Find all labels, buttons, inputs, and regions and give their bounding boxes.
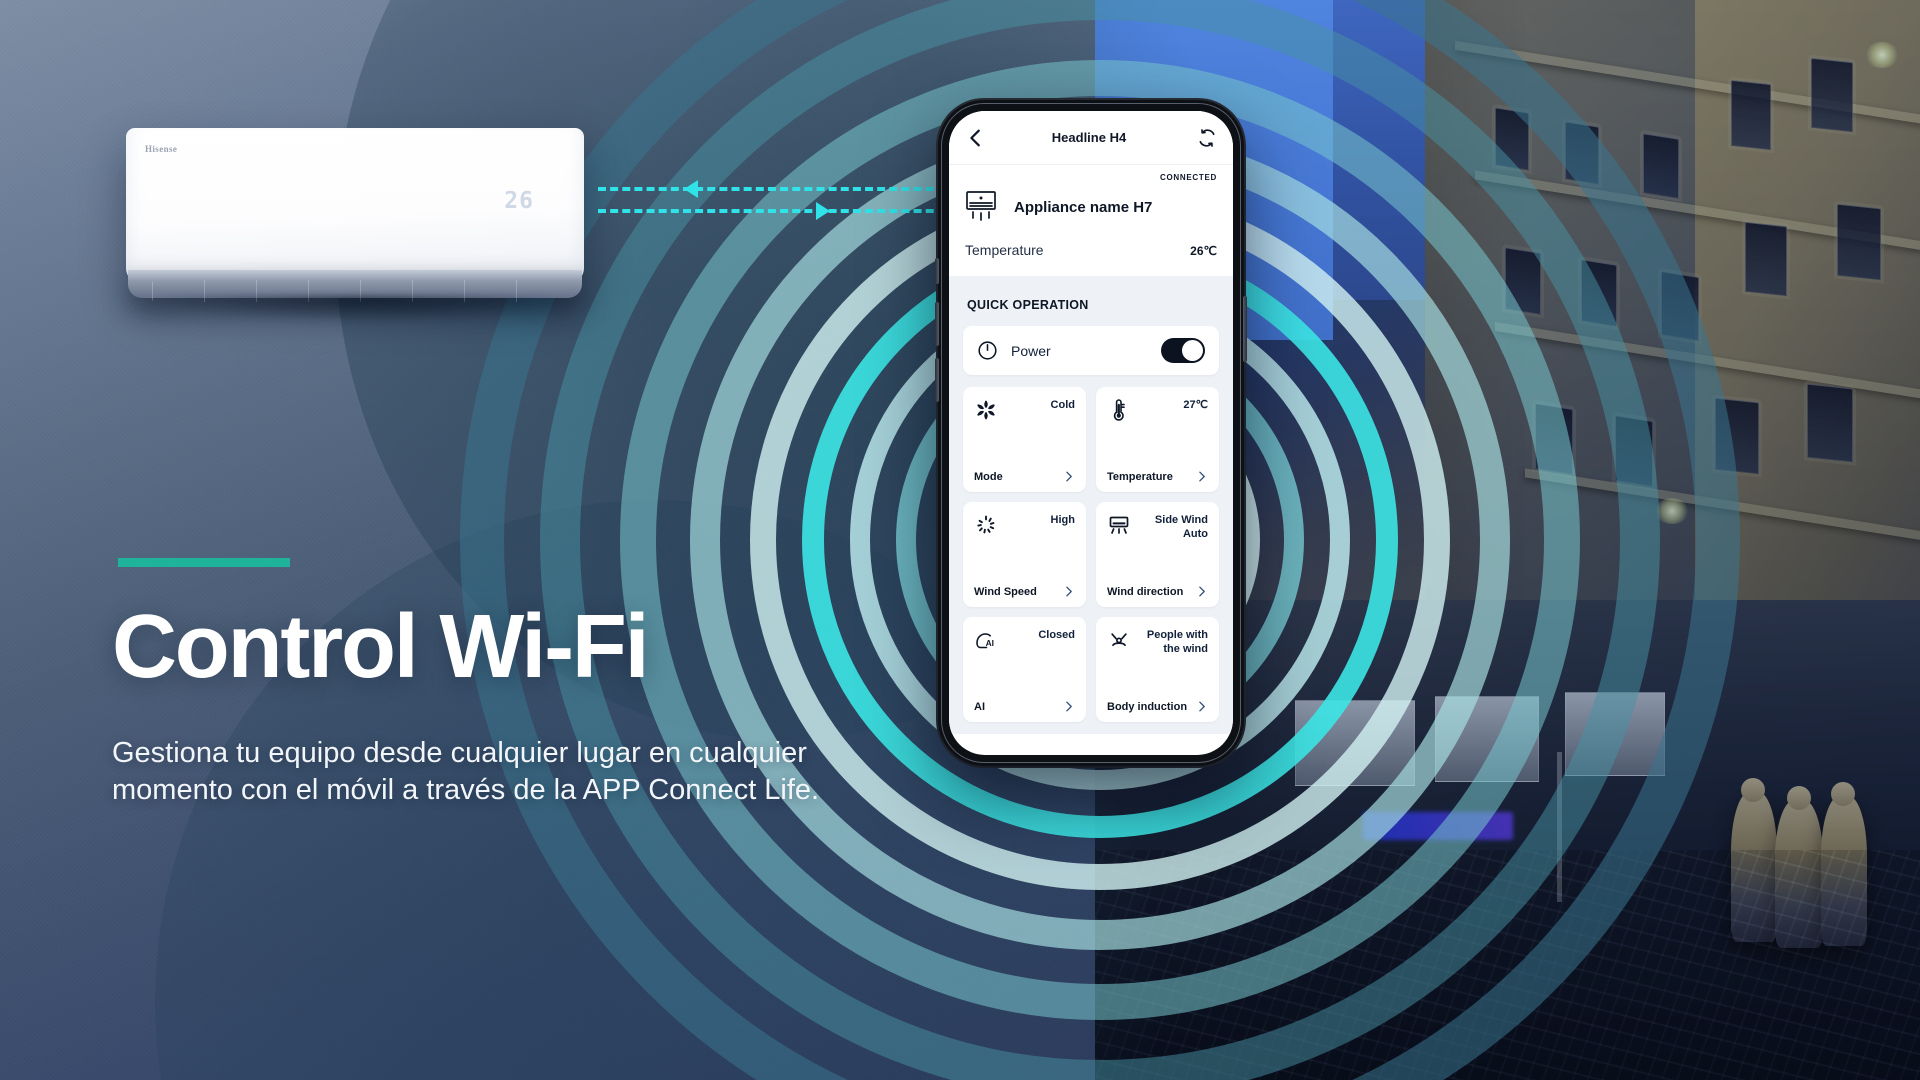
tile-mode[interactable]: Cold Mode bbox=[963, 387, 1086, 492]
toggle-knob bbox=[1182, 340, 1203, 361]
temperature-label: Temperature bbox=[965, 242, 1044, 258]
tile-value: 27℃ bbox=[1183, 399, 1208, 411]
phone-screen: Headline H4 CONNECTED Appliance name H7 … bbox=[949, 111, 1233, 755]
tile-label: Wind direction bbox=[1107, 585, 1184, 598]
tile-ai[interactable]: AI Closed AI bbox=[963, 617, 1086, 722]
body-induction-icon bbox=[1107, 628, 1131, 652]
tile-value: Cold bbox=[1050, 399, 1075, 411]
tile-wind-speed[interactable]: High Wind Speed bbox=[963, 502, 1086, 607]
tile-label: Wind Speed bbox=[974, 585, 1037, 598]
svg-text:AI: AI bbox=[986, 638, 994, 648]
quick-operation-section: QUICK OPERATION Power Cold Mode 27℃ Temp… bbox=[949, 276, 1233, 734]
ac-brand-label: Hisense bbox=[145, 144, 178, 154]
quick-operation-grid: Cold Mode 27℃ Temperature High Wind Spee… bbox=[963, 387, 1219, 722]
app-header: Headline H4 bbox=[949, 111, 1233, 165]
device-row: Appliance name H7 bbox=[965, 190, 1217, 224]
snowflake-icon bbox=[974, 398, 998, 422]
power-card[interactable]: Power bbox=[963, 326, 1219, 375]
air-conditioner-unit: Hisense 26 bbox=[126, 128, 584, 322]
promo-banner: Hisense 26 Control Wi-Fi Gestiona tu equ… bbox=[0, 0, 1920, 1080]
chevron-right-icon[interactable] bbox=[1062, 700, 1075, 713]
arrow-right-icon bbox=[816, 202, 830, 220]
chevron-right-icon[interactable] bbox=[1195, 700, 1208, 713]
power-icon bbox=[977, 340, 998, 361]
wind-direction-icon bbox=[1107, 513, 1131, 537]
ac-temperature-display: 26 bbox=[504, 188, 534, 214]
ai-icon: AI bbox=[974, 628, 998, 652]
ac-drop-shadow bbox=[166, 296, 556, 322]
tile-label: Temperature bbox=[1107, 470, 1173, 483]
dashed-line-outbound bbox=[598, 209, 958, 213]
page-title: Control Wi-Fi bbox=[112, 597, 650, 697]
tile-value: People with the wind bbox=[1146, 629, 1208, 656]
device-name: Appliance name H7 bbox=[1014, 198, 1153, 216]
temperature-row: Temperature 26℃ bbox=[965, 242, 1217, 258]
arrow-left-icon bbox=[684, 180, 698, 198]
power-label: Power bbox=[1011, 342, 1051, 359]
tile-wind-direction[interactable]: Side Wind Auto Wind direction bbox=[1096, 502, 1219, 607]
status-badge: CONNECTED bbox=[1160, 173, 1217, 182]
app-title: Headline H4 bbox=[1051, 130, 1127, 145]
tile-temperature[interactable]: 27℃ Temperature bbox=[1096, 387, 1219, 492]
phone-silent-switch[interactable] bbox=[935, 258, 939, 284]
tile-value: Closed bbox=[1038, 629, 1075, 641]
phone-power-button[interactable] bbox=[1243, 296, 1247, 362]
phone-volume-down-button[interactable] bbox=[935, 358, 939, 402]
refresh-icon[interactable] bbox=[1197, 128, 1217, 148]
thermometer-icon bbox=[1107, 398, 1131, 422]
fan-speed-icon bbox=[974, 513, 998, 537]
air-conditioner-icon bbox=[965, 190, 1001, 224]
tile-label: Body induction bbox=[1107, 700, 1188, 713]
chevron-right-icon[interactable] bbox=[1195, 470, 1208, 483]
accent-divider bbox=[118, 558, 290, 567]
page-subcopy: Gestiona tu equipo desde cualquier lugar… bbox=[112, 737, 820, 807]
wifi-connection-arrows bbox=[598, 178, 958, 220]
tile-value: Side Wind Auto bbox=[1154, 514, 1208, 541]
power-toggle[interactable] bbox=[1161, 338, 1205, 363]
device-summary-card: CONNECTED Appliance name H7 Temperature … bbox=[949, 165, 1233, 276]
tile-label: Mode bbox=[974, 470, 1003, 483]
chevron-right-icon[interactable] bbox=[1195, 585, 1208, 598]
temperature-value: 26℃ bbox=[1190, 244, 1217, 258]
phone-volume-up-button[interactable] bbox=[935, 302, 939, 346]
phone-mockup: Headline H4 CONNECTED Appliance name H7 … bbox=[935, 100, 1247, 766]
chevron-right-icon[interactable] bbox=[1062, 585, 1075, 598]
dashed-line-inbound bbox=[598, 187, 958, 191]
chevron-right-icon[interactable] bbox=[1062, 470, 1075, 483]
tile-value: High bbox=[1050, 514, 1075, 526]
tile-body-induction[interactable]: People with the wind Body induction bbox=[1096, 617, 1219, 722]
section-title: QUICK OPERATION bbox=[967, 298, 1089, 312]
tile-label: AI bbox=[974, 700, 985, 713]
